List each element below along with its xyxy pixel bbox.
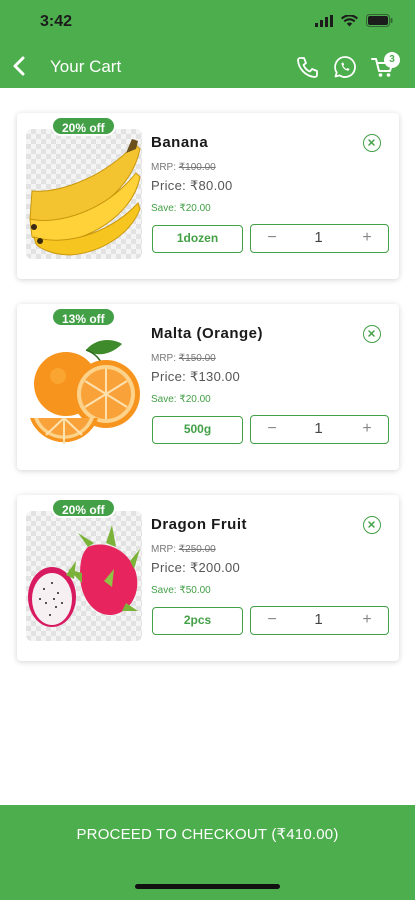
mrp-label: MRP:: [151, 353, 176, 364]
savings-text: Save: ₹20.00: [151, 203, 211, 214]
back-arrow-icon: [13, 56, 25, 76]
decrease-quantity-button[interactable]: −: [257, 607, 287, 633]
mrp-text: MRP: ₹150.00: [151, 353, 216, 364]
price-value: ₹130.00: [189, 369, 241, 384]
page-title: Your Cart: [50, 57, 122, 76]
cart-item-card: 13% off Malta (Orange) MRP: ₹150.00 Pric…: [17, 304, 399, 470]
product-name: Banana: [151, 134, 209, 151]
cart-item-card: 20% off Dragon Fruit MRP: ₹250.00 Price:…: [17, 495, 399, 661]
unit-selector-button[interactable]: 2pcs: [152, 607, 243, 635]
mrp-text: MRP: ₹250.00: [151, 544, 216, 555]
remove-icon: [368, 330, 375, 337]
status-bar: 3:42: [0, 0, 415, 44]
increase-quantity-button[interactable]: +: [352, 607, 382, 633]
remove-item-button[interactable]: [363, 134, 381, 152]
quantity-stepper: − 1 +: [250, 606, 389, 635]
price-value: ₹200.00: [189, 560, 241, 575]
savings-text: Save: ₹50.00: [151, 585, 211, 596]
decrease-quantity-button[interactable]: −: [257, 416, 287, 442]
phone-button[interactable]: [294, 54, 320, 80]
wifi-icon: [341, 14, 358, 26]
mrp-value: ₹150.00: [178, 353, 216, 364]
price-text: Price: ₹80.00: [151, 178, 233, 194]
decrease-quantity-button[interactable]: −: [257, 225, 287, 251]
top-bar: 3:42 Your Cart 3: [0, 0, 415, 88]
remove-item-button[interactable]: [363, 325, 381, 343]
quantity-stepper: − 1 +: [250, 224, 389, 253]
price-value: ₹80.00: [189, 178, 233, 193]
quantity-value: 1: [314, 420, 323, 437]
quantity-value: 1: [314, 229, 323, 246]
phone-icon: [297, 57, 318, 78]
remove-icon: [368, 521, 375, 528]
cart-count-badge: 3: [384, 52, 400, 68]
whatsapp-icon: [334, 56, 356, 78]
price-label: Price:: [151, 369, 187, 384]
mrp-text: MRP: ₹100.00: [151, 162, 216, 173]
price-text: Price: ₹130.00: [151, 369, 240, 385]
product-image-orange: [26, 320, 142, 450]
product-name: Dragon Fruit: [151, 516, 247, 533]
quantity-value: 1: [314, 611, 323, 628]
back-button[interactable]: [8, 52, 34, 80]
discount-badge: 20% off: [51, 116, 116, 136]
signal-icon: [315, 14, 333, 27]
discount-badge: 13% off: [51, 307, 116, 327]
whatsapp-button[interactable]: [332, 54, 358, 80]
checkout-label: PROCEED TO CHECKOUT (₹410.00): [76, 826, 339, 843]
cart-item-card: 20% off Banana MRP: ₹100.00 Price: ₹80.0…: [17, 113, 399, 279]
price-label: Price:: [151, 178, 187, 193]
mrp-value: ₹250.00: [178, 544, 216, 555]
remove-icon: [368, 139, 375, 146]
battery-icon: [366, 14, 393, 27]
mrp-label: MRP:: [151, 544, 176, 555]
app-header: Your Cart: [0, 44, 415, 88]
quantity-stepper: − 1 +: [250, 415, 389, 444]
product-name: Malta (Orange): [151, 325, 264, 342]
price-text: Price: ₹200.00: [151, 560, 240, 576]
mrp-label: MRP:: [151, 162, 176, 173]
status-time: 3:42: [40, 13, 73, 30]
remove-item-button[interactable]: [363, 516, 381, 534]
product-image-banana: [26, 129, 142, 259]
product-image-dragon-fruit: [26, 511, 142, 641]
price-label: Price:: [151, 560, 187, 575]
discount-badge: 20% off: [51, 498, 116, 518]
savings-text: Save: ₹20.00: [151, 394, 211, 405]
mrp-value: ₹100.00: [178, 162, 216, 173]
unit-selector-button[interactable]: 500g: [152, 416, 243, 444]
home-indicator[interactable]: [135, 884, 280, 889]
increase-quantity-button[interactable]: +: [352, 225, 382, 251]
unit-selector-button[interactable]: 1dozen: [152, 225, 243, 253]
increase-quantity-button[interactable]: +: [352, 416, 382, 442]
status-icons: [315, 14, 393, 27]
